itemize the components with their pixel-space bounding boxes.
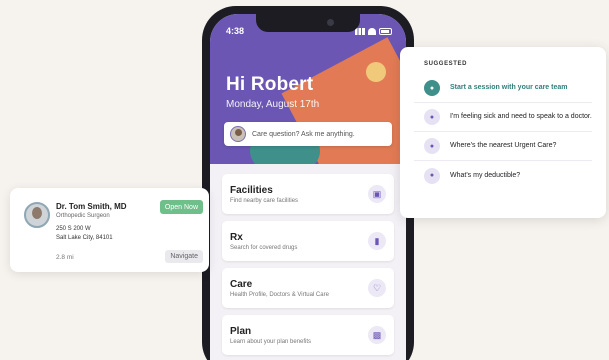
phone-frame: 4:38 Hi Robert Monday, August 17th Care … [202, 6, 414, 360]
chat-icon: ● [424, 138, 440, 154]
doctor-distance: 2.8 mi [56, 254, 74, 261]
doctor-name: Dr. Tom Smith, MD [56, 202, 127, 211]
decorative-circle [366, 62, 386, 82]
chat-icon: ● [424, 109, 440, 125]
doctor-avatar [24, 202, 50, 228]
menu-card-title: Care [230, 278, 253, 290]
suggestion-item[interactable]: ● Start a session with your care team [414, 74, 592, 103]
briefcase-icon: ▩ [368, 326, 386, 344]
pill-icon: ▮ [368, 232, 386, 250]
menu-card-subtitle: Find nearby care facilities [230, 197, 299, 204]
suggestion-item[interactable]: ● Where's the nearest Urgent Care? [414, 132, 592, 161]
greeting: Hi Robert Monday, August 17th [226, 74, 319, 110]
ask-placeholder: Care question? Ask me anything. [252, 130, 355, 138]
phone-screen: 4:38 Hi Robert Monday, August 17th Care … [210, 14, 406, 360]
menu-card-subtitle: Search for covered drugs [230, 244, 298, 251]
status-badge: Open Now [159, 200, 203, 214]
menu-card-rx[interactable]: Rx Search for covered drugs ▮ [222, 221, 394, 261]
wifi-icon [368, 27, 376, 35]
greeting-date: Monday, August 17th [226, 99, 320, 110]
menu-card-subtitle: Learn about your plan benefits [230, 338, 312, 345]
heart-icon: ♡ [368, 279, 386, 297]
greeting-title: Hi Robert [226, 74, 314, 95]
chat-icon: ● [424, 80, 440, 96]
building-icon: ▣ [368, 185, 386, 203]
navigate-button[interactable]: Navigate [165, 250, 203, 263]
signal-icon [355, 27, 365, 35]
assistant-avatar [230, 126, 246, 142]
phone-notch [256, 14, 360, 32]
menu-card-title: Plan [230, 325, 252, 337]
ask-input[interactable]: Care question? Ask me anything. [224, 122, 392, 146]
status-time: 4:38 [226, 26, 245, 36]
menu-card-facilities[interactable]: Facilities Find nearby care facilities ▣ [222, 174, 394, 214]
suggestion-text: What's my deductible? [450, 171, 521, 179]
suggestion-text: Where's the nearest Urgent Care? [450, 142, 557, 150]
doctor-card[interactable]: Dr. Tom Smith, MD Orthopedic Surgeon 250… [10, 188, 209, 272]
suggested-panel: SUGGESTED ● Start a session with your ca… [400, 47, 606, 218]
suggestion-text: Start a session with your care team [450, 84, 568, 92]
status-icons [355, 27, 392, 35]
battery-icon [379, 27, 392, 35]
suggested-heading: SUGGESTED [424, 61, 468, 67]
suggestion-item[interactable]: ● I'm feeling sick and need to speak to … [414, 103, 592, 132]
menu-card-title: Facilities [230, 184, 273, 196]
suggestion-text: I'm feeling sick and need to speak to a … [450, 113, 592, 121]
menu-card-title: Rx [230, 231, 243, 243]
doctor-address-line1: 250 S 200 W [56, 226, 91, 232]
menu-card-plan[interactable]: Plan Learn about your plan benefits ▩ [222, 315, 394, 355]
menu-card-subtitle: Health Profile, Doctors & Virtual Care [230, 291, 329, 298]
doctor-specialty: Orthopedic Surgeon [56, 213, 110, 219]
chat-icon: ● [424, 167, 440, 184]
doctor-address-line2: Salt Lake City, 84101 [56, 235, 113, 241]
menu-card-care[interactable]: Care Health Profile, Doctors & Virtual C… [222, 268, 394, 308]
suggestion-item[interactable]: ● What's my deductible? [414, 161, 592, 190]
menu-card-list: Facilities Find nearby care facilities ▣… [222, 174, 394, 360]
